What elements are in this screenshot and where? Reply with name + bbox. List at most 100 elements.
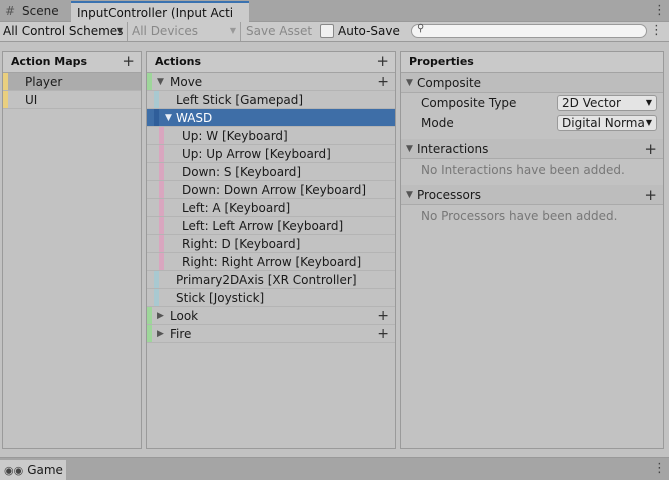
part-binding-item[interactable]: Right: D [Keyboard] (147, 235, 395, 253)
devices-label: All Devices (132, 24, 198, 38)
tab-game-label: Game (27, 463, 63, 477)
part-color-bar (159, 253, 164, 270)
action-color-bar (147, 325, 152, 342)
binding-color-bar (154, 271, 159, 288)
add-binding-icon[interactable]: + (377, 325, 389, 343)
mode-row: Mode Digital Normali ▼ (401, 113, 663, 133)
part-binding-label: Down: Down Arrow [Keyboard] (182, 183, 367, 197)
mode-dropdown[interactable]: Digital Normali ▼ (557, 115, 657, 131)
binding-color-bar (154, 91, 159, 108)
part-color-bar (159, 181, 164, 198)
collapsed-triangle-icon[interactable]: ▶ (157, 325, 164, 343)
add-binding-icon[interactable]: + (377, 307, 389, 325)
chevron-down-icon: ▼ (229, 26, 236, 35)
part-color-bar (159, 127, 164, 144)
expanded-triangle-icon[interactable]: ▼ (406, 73, 413, 93)
control-schemes-label: All Control Schemes (3, 24, 124, 38)
part-color-bar (159, 217, 164, 234)
action-map-item[interactable]: UI (3, 91, 141, 109)
binding-item[interactable]: Left Stick [Gamepad] (147, 91, 395, 109)
action-item[interactable]: ▼ Move + (147, 73, 395, 91)
auto-save-checkbox[interactable] (320, 24, 334, 38)
part-binding-item[interactable]: Down: Down Arrow [Keyboard] (147, 181, 395, 199)
composite-type-label: Composite Type (421, 96, 517, 110)
chevron-down-icon: ▼ (643, 96, 652, 110)
composite-label: WASD (176, 111, 213, 125)
action-color-bar (147, 307, 152, 324)
composite-type-row: Composite Type 2D Vector ▼ (401, 93, 663, 113)
search-icon: ⚲ (417, 23, 425, 34)
grid-icon: # (4, 4, 16, 18)
action-item[interactable]: ▶ Look + (147, 307, 395, 325)
action-label: Fire (170, 327, 192, 341)
save-asset-button[interactable]: Save Asset (246, 22, 316, 41)
toolbar-menu-icon[interactable]: ⋮ (650, 22, 663, 41)
part-color-bar (159, 163, 164, 180)
bottom-menu-icon[interactable]: ⋮ (653, 460, 666, 478)
part-binding-item[interactable]: Up: W [Keyboard] (147, 127, 395, 145)
add-binding-icon[interactable]: + (377, 73, 389, 91)
action-label: Move (170, 75, 203, 89)
properties-panel: Properties ▼ Composite Composite Type 2D… (400, 51, 664, 449)
part-binding-item[interactable]: Left: Left Arrow [Keyboard] (147, 217, 395, 235)
bottom-tab-strip: ◉◉ Game ⋮ (0, 457, 669, 480)
part-color-bar (159, 235, 164, 252)
control-schemes-dropdown[interactable]: All Control Schemes ▼ (0, 22, 128, 41)
tab-input-controller[interactable]: InputController (Input Acti (71, 1, 249, 22)
action-item[interactable]: ▶ Fire + (147, 325, 395, 343)
action-map-color-bar (3, 73, 8, 90)
tab-scene-label: Scene (22, 4, 59, 18)
interactions-section-label: Interactions (417, 142, 489, 156)
part-binding-label: Left: Left Arrow [Keyboard] (182, 219, 344, 233)
part-color-bar (159, 199, 164, 216)
action-maps-header: Action Maps + (3, 52, 141, 73)
actions-header: Actions + (147, 52, 395, 73)
gamepad-icon: ◉◉ (4, 464, 24, 477)
composite-binding-item[interactable]: ▼ WASD (147, 109, 395, 127)
collapsed-triangle-icon[interactable]: ▶ (157, 307, 164, 325)
chevron-down-icon: ▼ (116, 26, 123, 35)
add-action-map-icon[interactable]: + (122, 52, 135, 70)
interactions-section-header[interactable]: ▼ Interactions + (401, 139, 663, 159)
part-color-bar (159, 145, 164, 162)
toolbar: All Control Schemes ▼ All Devices ▼ Save… (0, 22, 669, 42)
auto-save-label: Auto-Save (338, 24, 400, 38)
tab-scene[interactable]: # Scene (0, 1, 70, 22)
expanded-triangle-icon[interactable]: ▼ (406, 185, 413, 205)
tab-game[interactable]: ◉◉ Game (0, 460, 66, 480)
part-binding-item[interactable]: Left: A [Keyboard] (147, 199, 395, 217)
binding-label: Stick [Joystick] (176, 291, 265, 305)
add-processor-icon[interactable]: + (644, 186, 657, 204)
expanded-triangle-icon[interactable]: ▼ (406, 139, 413, 159)
search-input[interactable]: ⚲ (411, 23, 647, 38)
add-interaction-icon[interactable]: + (644, 140, 657, 158)
binding-label: Left Stick [Gamepad] (176, 93, 304, 107)
binding-item[interactable]: Primary2DAxis [XR Controller] (147, 271, 395, 289)
part-binding-label: Down: S [Keyboard] (182, 165, 302, 179)
part-binding-label: Up: W [Keyboard] (182, 129, 288, 143)
part-binding-label: Right: D [Keyboard] (182, 237, 301, 251)
processors-section-header[interactable]: ▼ Processors + (401, 185, 663, 205)
binding-color-bar (154, 289, 159, 306)
devices-dropdown[interactable]: All Devices ▼ (129, 22, 241, 41)
part-binding-item[interactable]: Down: S [Keyboard] (147, 163, 395, 181)
composite-type-dropdown[interactable]: 2D Vector ▼ (557, 95, 657, 111)
action-color-bar (147, 73, 152, 90)
expanded-triangle-icon[interactable]: ▼ (165, 109, 172, 127)
editor-tab-strip: # Scene InputController (Input Acti ⋮ (0, 0, 669, 22)
action-map-item[interactable]: Player (3, 73, 141, 91)
properties-title: Properties (409, 55, 474, 68)
action-label: Look (170, 309, 199, 323)
mode-value: Digital Normali (562, 116, 652, 130)
interactions-empty-message: No Interactions have been added. (421, 163, 625, 177)
expanded-triangle-icon[interactable]: ▼ (157, 73, 164, 91)
add-action-icon[interactable]: + (376, 52, 389, 70)
tab-menu-icon[interactable]: ⋮ (653, 2, 666, 20)
part-binding-item[interactable]: Right: Right Arrow [Keyboard] (147, 253, 395, 271)
part-binding-item[interactable]: Up: Up Arrow [Keyboard] (147, 145, 395, 163)
action-map-label: UI (25, 93, 38, 107)
actions-title: Actions (155, 55, 201, 68)
binding-item[interactable]: Stick [Joystick] (147, 289, 395, 307)
chevron-down-icon: ▼ (643, 116, 652, 130)
composite-section-header[interactable]: ▼ Composite (401, 73, 663, 93)
